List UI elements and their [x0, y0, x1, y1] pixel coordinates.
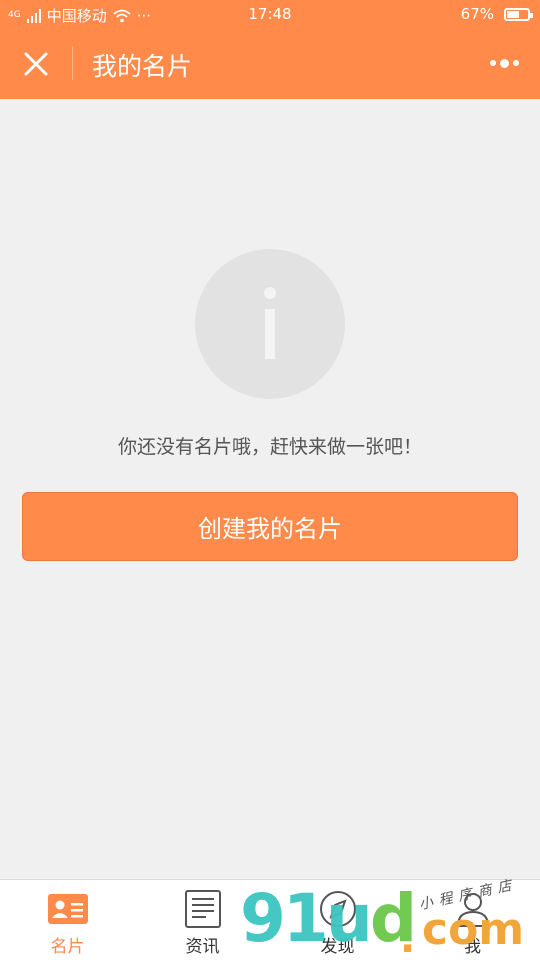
tab-discover[interactable]: 发现 [270, 880, 405, 960]
tab-news-label: 资讯 [185, 937, 220, 957]
status-right: 67% [460, 5, 533, 23]
info-icon-dot [264, 287, 276, 299]
news-icon [184, 890, 221, 928]
info-icon [195, 249, 345, 399]
tab-news[interactable]: 资讯 [135, 880, 270, 960]
empty-message: 你还没有名片哦，赶快来做一张吧！ [117, 436, 422, 458]
more-button[interactable] [486, 51, 522, 75]
more-icon-right [512, 60, 519, 66]
tab-discover-label: 发现 [320, 937, 355, 957]
page-title: 我的名片 [92, 52, 193, 81]
compass-icon [319, 891, 356, 927]
nav-divider [72, 46, 73, 80]
status-bar: 4G 中国移动 ··· 17:48 67% [0, 0, 540, 28]
more-icon-center [499, 58, 509, 68]
tab-card[interactable]: 名片 [0, 880, 135, 960]
status-time: 17:48 [248, 5, 292, 23]
nav-bar: 我的名片 [0, 28, 540, 99]
tab-bar: 名片 资讯 发现 我 [0, 879, 540, 960]
more-icon [489, 60, 496, 66]
close-icon [24, 52, 48, 76]
battery-percent: 67% [460, 5, 494, 23]
tab-me-label: 我 [464, 937, 481, 957]
person-icon [456, 893, 489, 927]
create-card-button[interactable]: 创建我的名片 [22, 492, 518, 561]
battery-icon [504, 7, 533, 21]
info-icon-bar [265, 309, 275, 359]
card-icon [47, 894, 88, 924]
tab-card-label: 名片 [50, 937, 85, 957]
close-button[interactable] [20, 48, 52, 80]
tab-me[interactable]: 我 [405, 880, 540, 960]
